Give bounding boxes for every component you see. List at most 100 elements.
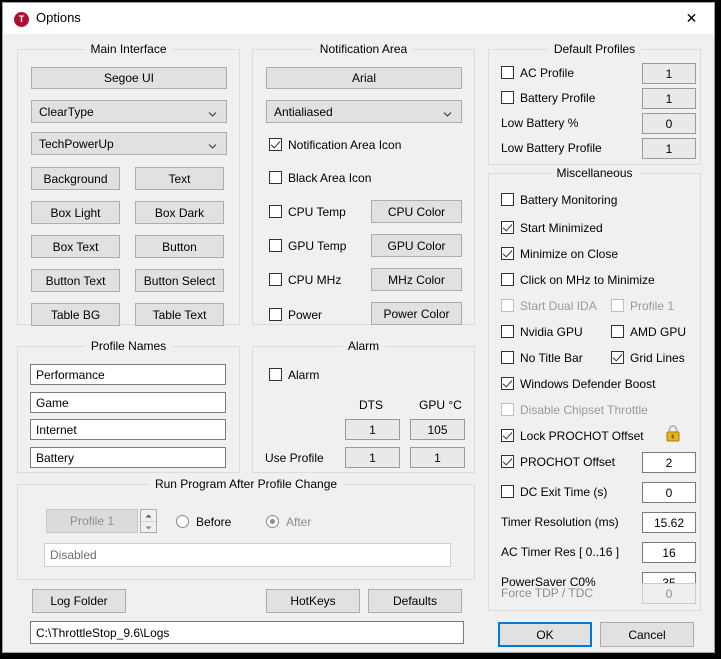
checkbox-battery-monitoring[interactable]: Battery Monitoring [501,193,617,207]
notification-rendering-combo[interactable]: Antialiased [266,100,462,123]
color-button-table-text[interactable]: Table Text [135,303,224,326]
profile-name-3-input[interactable]: Internet [30,419,226,440]
alarm-dts-value[interactable]: 1 [345,419,400,440]
checkbox-nvidia-gpu[interactable]: Nvidia GPU [501,325,583,339]
checkbox-label: Nvidia GPU [520,325,583,339]
checkbox-cpu-temp[interactable]: CPU Temp [269,205,346,219]
profile-name-1-input[interactable]: Performance [30,364,226,385]
alarm-use-profile-label: Use Profile [265,451,324,465]
chevron-down-icon [208,139,217,149]
checkbox-battery-profile[interactable]: Battery Profile [501,91,595,105]
color-button-box-dark[interactable]: Box Dark [135,201,224,224]
battery-profile-value[interactable]: 1 [642,88,696,109]
alarm-legend: Alarm [341,339,386,353]
radio-after[interactable]: After [266,515,311,529]
checkbox-box [269,308,282,321]
checkbox-black-area-icon[interactable]: Black Area Icon [269,171,371,185]
ac-timer-res-value[interactable]: 16 [642,542,696,563]
main-theme-combo[interactable]: TechPowerUp [31,132,227,155]
run-program-path-input[interactable]: Disabled [44,543,451,567]
defaults-button[interactable]: Defaults [368,589,462,613]
notification-font-button[interactable]: Arial [266,67,462,89]
alarm-gpu-header: GPU °C [419,398,462,412]
main-font-button[interactable]: Segoe UI [31,67,227,89]
chevron-down-icon [443,107,452,117]
color-button-table-bg[interactable]: Table BG [31,303,120,326]
radio-label: After [286,515,312,529]
checkbox-lock-prochot-offset[interactable]: Lock PROCHOT Offset [501,429,644,443]
stepper-down-icon[interactable] [141,522,156,533]
cancel-button[interactable]: Cancel [600,622,694,647]
dc-exit-time-value[interactable]: 0 [642,482,696,503]
default-profiles-legend: Default Profiles [547,42,642,56]
power-color-button[interactable]: Power Color [371,302,462,325]
checkbox-cpu-mhz[interactable]: CPU MHz [269,273,341,287]
hotkeys-button[interactable]: HotKeys [266,589,360,613]
ac-profile-value[interactable]: 1 [642,63,696,84]
checkbox-start-minimized[interactable]: Start Minimized [501,221,603,235]
alarm-use-profile-dts-value[interactable]: 1 [345,447,400,468]
checkbox-amd-gpu[interactable]: AMD GPU [611,325,686,339]
main-interface-group: Main Interface Segoe UI ClearType TechPo… [17,42,240,326]
checkbox-label: Battery Profile [520,91,596,105]
radio-circle [176,515,189,528]
checkbox-label: No Title Bar [520,351,583,365]
radio-before[interactable]: Before [176,515,231,529]
checkbox-no-title-bar[interactable]: No Title Bar [501,351,583,365]
checkbox-label: Notification Area Icon [288,138,402,152]
color-button-button-text[interactable]: Button Text [31,269,120,292]
low-battery-profile-value[interactable]: 1 [642,138,696,159]
checkbox-minimize-on-close[interactable]: Minimize on Close [501,247,618,261]
checkbox-box [501,485,514,498]
profile-names-legend: Profile Names [84,339,173,353]
ok-button[interactable]: OK [498,622,592,647]
low-battery-profile-label: Low Battery Profile [501,141,602,155]
run-program-profile-stepper[interactable] [140,509,157,533]
checkbox-power[interactable]: Power [269,308,322,322]
mhz-color-button[interactable]: MHz Color [371,268,462,291]
prochot-offset-value[interactable]: 2 [642,452,696,473]
checkbox-box [611,299,624,312]
gpu-color-button[interactable]: GPU Color [371,234,462,257]
checkbox-box [501,66,514,79]
close-icon[interactable]: ✕ [669,3,714,33]
checkbox-disable-chipset-throttle: Disable Chipset Throttle [501,403,648,417]
checkbox-box [501,377,514,390]
checkbox-click-mhz-minimize[interactable]: Click on MHz to Minimize [501,273,655,287]
cpu-color-button[interactable]: CPU Color [371,200,462,223]
checkbox-label: Black Area Icon [288,171,372,185]
checkbox-profile-1: Profile 1 [611,299,674,313]
profile-name-4-input[interactable]: Battery [30,447,226,468]
checkbox-prochot-offset[interactable]: PROCHOT Offset [501,455,615,469]
low-battery-percent-value[interactable]: 0 [642,113,696,134]
color-button-button-select[interactable]: Button Select [135,269,224,292]
checkbox-alarm[interactable]: Alarm [269,368,319,382]
force-tdp-tdc-value: 0 [642,583,696,604]
color-button-box-light[interactable]: Box Light [31,201,120,224]
window-title: Options [36,10,81,25]
force-tdp-tdc-label: Force TDP / TDC [501,586,594,600]
checkbox-windows-defender-boost[interactable]: Windows Defender Boost [501,377,655,391]
color-button-button[interactable]: Button [135,235,224,258]
checkbox-ac-profile[interactable]: AC Profile [501,66,574,80]
color-button-background[interactable]: Background [31,167,120,190]
color-button-text[interactable]: Text [135,167,224,190]
log-path-input[interactable]: C:\ThrottleStop_9.6\Logs [30,621,464,644]
notification-rendering-value: Antialiased [274,104,333,119]
stepper-up-icon[interactable] [141,510,156,522]
alarm-use-profile-gpu-value[interactable]: 1 [410,447,465,468]
checkbox-dc-exit-time[interactable]: DC Exit Time (s) [501,485,607,499]
checkbox-grid-lines[interactable]: Grid Lines [611,351,685,365]
alarm-gpu-value[interactable]: 105 [410,419,465,440]
timer-resolution-value[interactable]: 15.62 [642,512,696,533]
checkbox-notification-area-icon[interactable]: Notification Area Icon [269,138,401,152]
default-profiles-group: Default Profiles AC Profile 1 Battery Pr… [488,42,701,165]
log-folder-button[interactable]: Log Folder [32,589,126,613]
checkbox-gpu-temp[interactable]: GPU Temp [269,239,346,253]
checkbox-label: Start Dual IDA [520,299,597,313]
profile-name-2-input[interactable]: Game [30,392,226,413]
color-button-box-text[interactable]: Box Text [31,235,120,258]
miscellaneous-group: Miscellaneous Battery Monitoring Start M… [488,166,701,611]
main-rendering-combo[interactable]: ClearType [31,100,227,123]
checkbox-label: CPU MHz [288,273,342,287]
